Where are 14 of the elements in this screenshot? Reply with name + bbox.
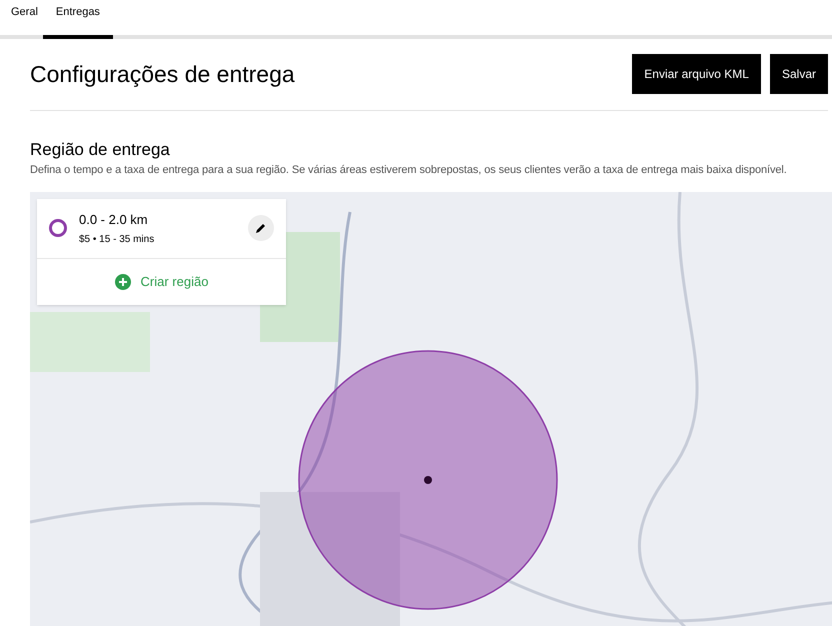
map[interactable]: 0.0 - 2.0 km $5 • 15 - 35 mins Criar região [30,192,832,626]
center-dot [424,476,432,484]
page-title: Configurações de entrega [30,60,295,90]
tab[interactable]: Geral [6,0,43,39]
save-button[interactable]: Salvar [770,54,828,94]
section-description: Defina o tempo e a taxa de entrega para a sua região. Se várias áreas estiverem sobrepostas, os seus clientes verão a taxa de entrega mais baixa disponível. [30,163,788,178]
tab[interactable]: Entregas [42,0,113,39]
plus-icon [114,274,131,290]
region-details: $5 • 15 - 35 mins [79,233,156,247]
section-title: Região de entrega [30,139,171,160]
edit-button[interactable] [248,215,274,242]
pencil-icon [255,222,267,234]
upload-kml-button[interactable]: Enviar arquivo KML [632,54,761,94]
region-name: 0.0 - 2.0 km [79,210,149,228]
